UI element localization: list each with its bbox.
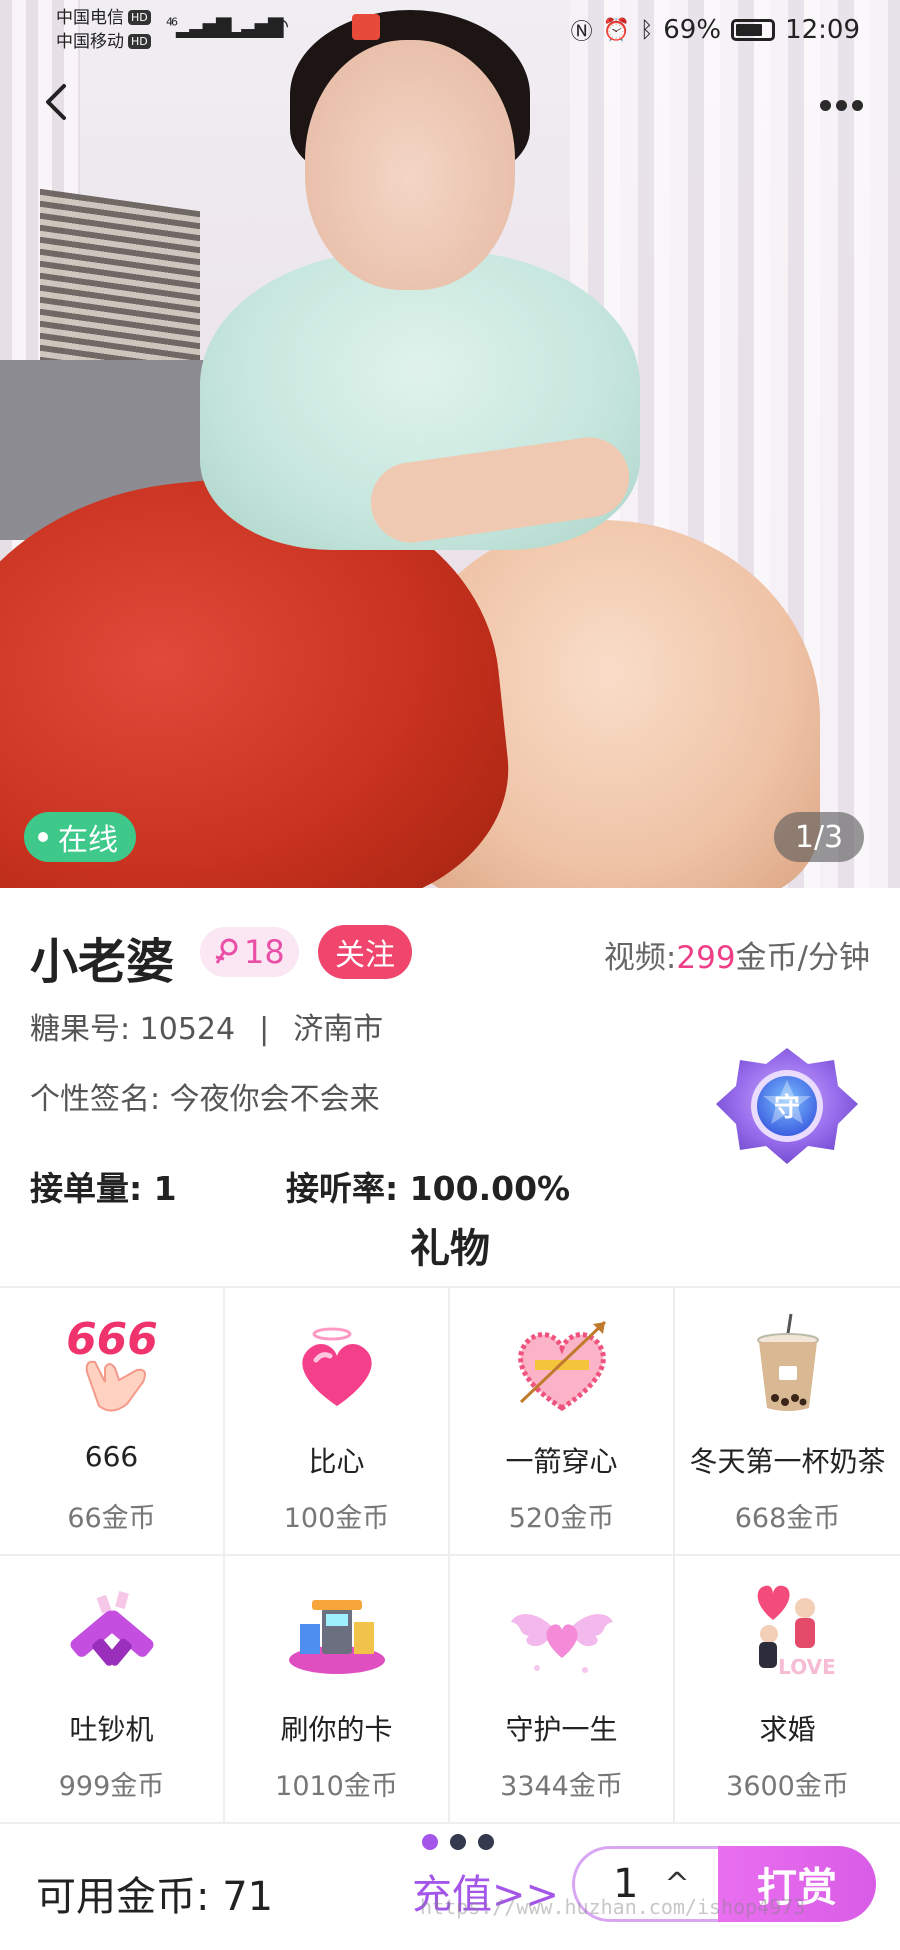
photo-pager: 1/3 (774, 812, 864, 862)
status-bar: 中国电信 HD 中国移动 HD 46▂▃▅▇ 46▂▃▅▇ ◠ Ⓝ ⏰ ᛒ 69% … (0, 0, 900, 64)
status-right: Ⓝ ⏰ ᛒ 69% 12:09 (571, 14, 860, 46)
watermark: https://www.huzhan.com/ishop4973 (420, 1895, 806, 1919)
wings-heart-icon (510, 1614, 613, 1673)
city: 济南市 (293, 1012, 384, 1047)
guard-badge-icon[interactable]: 守 (712, 1044, 862, 1174)
price-value: 299 (676, 940, 736, 976)
battery-percent: 69% (663, 15, 722, 45)
gift-price: 668金币 (734, 1503, 841, 1534)
nfc-icon: Ⓝ (570, 20, 593, 45)
video-price: 视频:299金币/分钟 (604, 932, 870, 977)
more-dots-icon (852, 99, 863, 111)
coin-balance: 可用金币: 71 (36, 1874, 274, 1920)
gift-item[interactable]: 刷你的卡 1010金币 (225, 1556, 450, 1824)
hd-badge: HD (128, 34, 151, 49)
gift-price: 1010金币 (275, 1771, 398, 1802)
gift-name: 求婚 (759, 1713, 816, 1746)
gift-name: 守护一生 (505, 1713, 618, 1746)
carrier-2: 中国移动 (56, 32, 124, 52)
online-label: 在线 (58, 823, 118, 858)
gift-item[interactable]: 666 666 66金币 (0, 1288, 225, 1556)
price-prefix: 视频: (603, 940, 677, 976)
profile-name: 小老婆 (30, 934, 175, 990)
id-line: 糖果号: 10524 | 济南市 (30, 1004, 383, 1048)
gift-name: 冬天第一杯奶茶 (689, 1445, 886, 1478)
shopping-icon (288, 1600, 385, 1674)
order-count: 接单量: 1 (30, 1169, 177, 1208)
gift-price: 3344金币 (500, 1771, 623, 1802)
money-gun-icon (70, 1590, 153, 1666)
hand-666-icon: 666 (66, 1314, 158, 1412)
chevron-left-icon (46, 84, 66, 120)
gift-name: 吐钞机 (69, 1713, 154, 1746)
gift-name: 666 (84, 1440, 139, 1473)
app-notification-icon (352, 14, 380, 40)
gift-name: 比心 (308, 1445, 365, 1478)
gift-price: 3600金币 (726, 1771, 849, 1802)
follow-button[interactable]: 关注 (318, 925, 412, 979)
age-value: 18 (244, 933, 285, 971)
gift-price: 66金币 (67, 1503, 156, 1534)
guard-badge-text: 守 (774, 1092, 800, 1123)
gender-age-badge: 18 (200, 927, 299, 977)
gift-item[interactable]: 比心 100金币 (225, 1288, 450, 1556)
gift-item[interactable]: 吐钞机 999金币 (0, 1556, 225, 1824)
photo-face (305, 40, 515, 290)
gift-name: 一箭穿心 (505, 1445, 618, 1478)
signature: 个性签名: 今夜你会不会来 (30, 1082, 380, 1117)
page-dot[interactable] (450, 1834, 466, 1850)
more-dots-icon (836, 99, 847, 111)
online-badge: 在线 (24, 812, 136, 862)
gift-item[interactable]: LOVE 求婚 3600金币 (675, 1556, 900, 1824)
gift-item[interactable]: 一箭穿心 520金币 (450, 1288, 675, 1556)
more-dots-icon (820, 99, 831, 111)
gift-price: 100金币 (283, 1503, 390, 1534)
answer-rate: 接听率: 100.00% (286, 1169, 571, 1208)
user-id: 糖果号: 10524 (30, 1012, 236, 1047)
gift-page-indicator (422, 1834, 494, 1850)
svg-text:666: 666 (66, 1314, 158, 1365)
page-dot[interactable] (478, 1834, 494, 1850)
more-button[interactable] (820, 90, 870, 120)
clock: 12:09 (785, 15, 860, 45)
heart-icon (301, 1327, 372, 1406)
back-button[interactable] (36, 80, 80, 124)
alarm-icon: ⏰ (602, 17, 631, 43)
milk-tea-icon (756, 1313, 819, 1411)
carrier-info: 中国电信 HD 中国移动 HD (56, 6, 151, 54)
gift-price: 520金币 (508, 1503, 615, 1534)
gift-item[interactable]: 守护一生 3344金币 (450, 1556, 675, 1824)
carrier-1: 中国电信 (56, 8, 124, 28)
battery-icon (731, 19, 776, 41)
gift-section-title: 礼物 (410, 1226, 490, 1272)
page-dot-active[interactable] (422, 1834, 438, 1850)
gift-item[interactable]: 冬天第一杯奶茶 668金币 (675, 1288, 900, 1556)
online-dot-icon (38, 832, 48, 842)
price-suffix: 金币/分钟 (735, 940, 870, 976)
gift-name: 刷你的卡 (280, 1713, 393, 1746)
female-icon (215, 938, 238, 964)
gift-grid: 666 666 66金币 比心 100金币 一箭穿心 520金币 冬天第一杯奶茶… (0, 1286, 900, 1824)
arrow-heart-icon (517, 1320, 606, 1411)
svg-text:LOVE: LOVE (778, 1655, 836, 1679)
wifi-icon: ◠ (270, 14, 289, 39)
proposal-icon: LOVE (757, 1585, 836, 1679)
bluetooth-icon: ᛒ (640, 17, 654, 43)
separator: | (259, 1012, 270, 1047)
gift-price: 999金币 (58, 1771, 165, 1802)
profile-photo[interactable]: 中国电信 HD 中国移动 HD 46▂▃▅▇ 46▂▃▅▇ ◠ Ⓝ ⏰ ᛒ 69% … (0, 0, 900, 888)
hd-badge: HD (128, 10, 151, 25)
